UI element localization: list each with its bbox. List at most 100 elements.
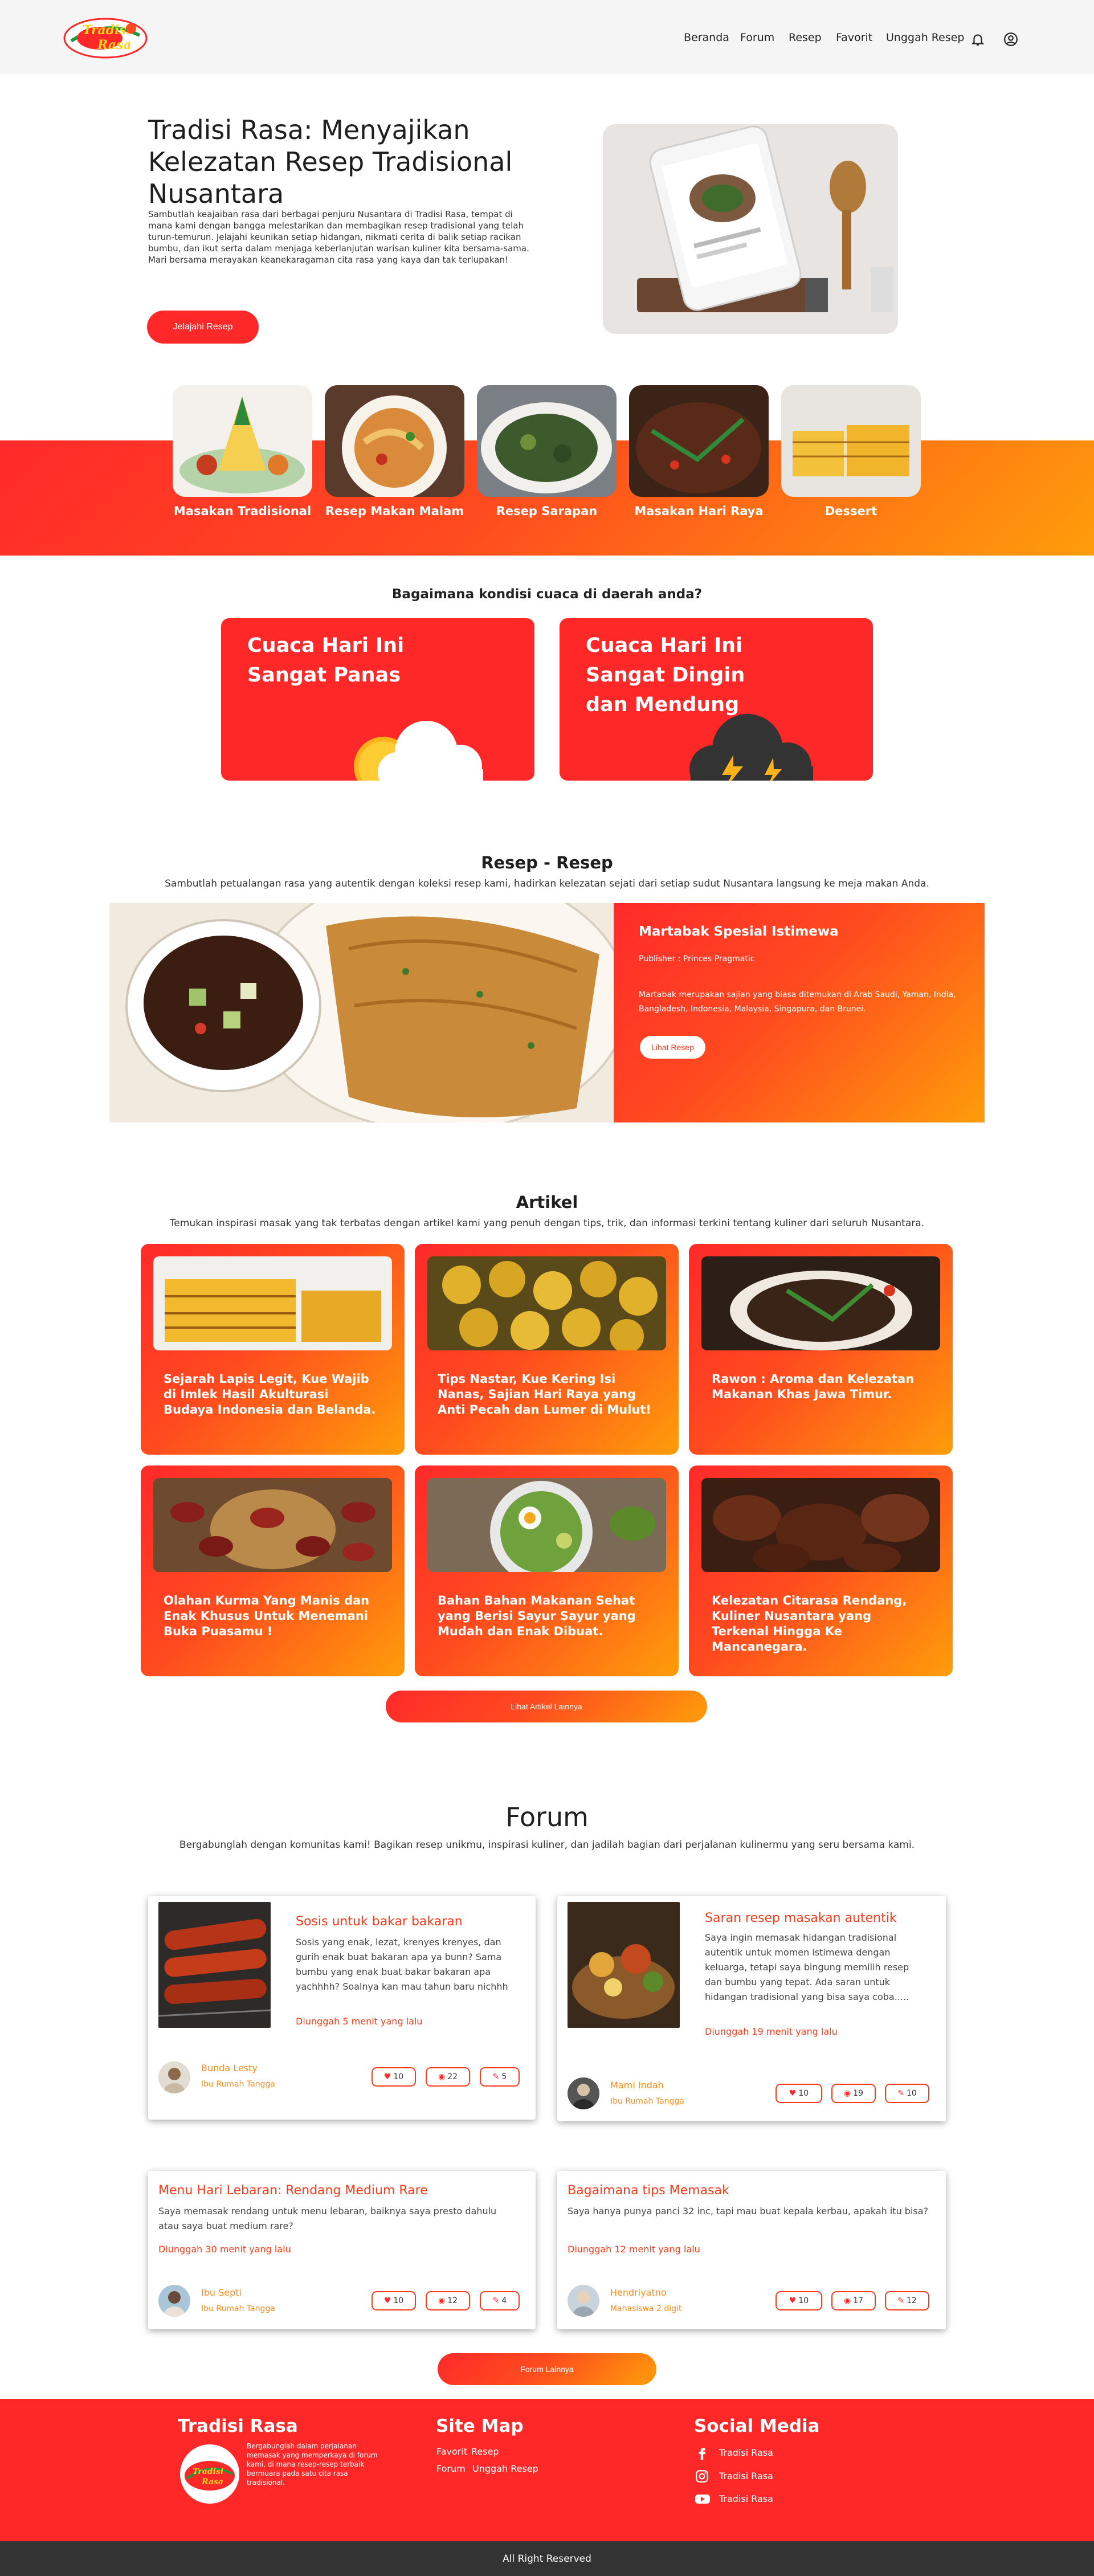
forum-subtitle: Bergabunglah dengan komunitas kami! Bagi… xyxy=(179,1839,915,1851)
nav-favorit[interactable]: Favorit xyxy=(836,31,872,44)
forum-post-title[interactable]: Bagaimana tips Memasak xyxy=(568,2183,729,2198)
category-label: Resep Makan Malam xyxy=(325,504,464,518)
instagram-icon[interactable] xyxy=(695,2469,709,2484)
forum-post-card[interactable]: Saran resep masakan autentik Saya ingin … xyxy=(557,1896,946,2121)
article-card[interactable]: Olahan Kurma Yang Manis dan Enak Khusus … xyxy=(141,1465,405,1676)
view-count[interactable]: ◉ 19 xyxy=(831,2084,876,2103)
like-count[interactable]: ♥ 10 xyxy=(775,2084,822,2103)
footer-link-resep[interactable]: Resep xyxy=(471,2446,499,2457)
comment-count[interactable]: ✎ 10 xyxy=(885,2084,929,2103)
forum-post-user[interactable]: Mami Indah xyxy=(610,2080,664,2091)
facebook-icon[interactable] xyxy=(695,2446,709,2460)
heart-icon: ♥ xyxy=(789,2089,797,2098)
comment-count[interactable]: ✎ 12 xyxy=(885,2291,929,2310)
eye-icon: ◉ xyxy=(843,2089,851,2098)
view-count[interactable]: ◉ 22 xyxy=(426,2067,470,2087)
nav-beranda[interactable]: Beranda xyxy=(684,31,729,44)
heart-icon: ♥ xyxy=(383,2296,391,2305)
article-title: Olahan Kurma Yang Manis dan Enak Khusus … xyxy=(164,1594,370,1638)
article-title: Tips Nastar, Kue Kering Isi Nanas, Sajia… xyxy=(438,1372,652,1416)
avatar[interactable] xyxy=(568,2285,599,2317)
category-label: Masakan Tradisional xyxy=(173,504,312,518)
forum-post-body: Saya ingin memasak hidangan tradisional … xyxy=(705,1932,909,2002)
forum-post-body: Saya memasak rendang untuk menu lebaran,… xyxy=(158,2206,497,2231)
like-count[interactable]: ♥ 10 xyxy=(372,2067,416,2087)
forum-post-title[interactable]: Sosis untuk bakar bakaran xyxy=(296,1914,463,1929)
nav-resep[interactable]: Resep xyxy=(789,31,822,44)
footer-link-unggah-resep[interactable]: Unggah Resep xyxy=(472,2463,538,2474)
comment-count[interactable]: ✎ 5 xyxy=(480,2067,520,2087)
forum-post-card[interactable]: Menu Hari Lebaran: Rendang Medium Rare S… xyxy=(148,2171,536,2329)
footer-link-forum[interactable]: Forum xyxy=(436,2463,466,2474)
footer-social-title: Social Media xyxy=(694,2416,820,2436)
forum-post-image xyxy=(158,1902,271,2028)
article-card[interactable]: Bahan Bahan Makanan Sehat yang Berisi Sa… xyxy=(415,1465,679,1676)
article-card[interactable]: Rawon : Aroma dan Kelezatan Makanan Khas… xyxy=(689,1244,953,1455)
youtube-icon[interactable] xyxy=(695,2492,711,2506)
weather-card-cold[interactable]: Cuaca Hari Ini Sangat Dingin dan Mendung xyxy=(560,618,873,781)
more-forum-button[interactable]: Forum Lainnya xyxy=(438,2353,656,2385)
category-masakan-hari-raya[interactable] xyxy=(629,385,769,497)
footer-about: Bergabunglah dalam perjalanan memasak ya… xyxy=(247,2442,378,2487)
user-profile-icon[interactable] xyxy=(1003,32,1018,47)
forum-post-card[interactable]: Sosis untuk bakar bakaran Sosis yang ena… xyxy=(148,1896,536,2120)
category-resep-sarapan[interactable] xyxy=(477,385,617,497)
copyright: All Right Reserved xyxy=(0,2541,1094,2576)
footer-social-youtube[interactable]: Tradisi Rasa xyxy=(719,2493,773,2504)
weather-card-hot[interactable]: Cuaca Hari Ini Sangat Panas xyxy=(221,618,534,781)
articles-title: Artikel xyxy=(516,1193,578,1212)
forum-post-user[interactable]: Bunda Lesty xyxy=(201,2063,258,2073)
featured-recipe-image xyxy=(109,903,614,1122)
article-card[interactable]: Tips Nastar, Kue Kering Isi Nanas, Sajia… xyxy=(415,1244,679,1455)
like-count[interactable]: ♥ 10 xyxy=(775,2291,822,2310)
article-card[interactable]: Kelezatan Citarasa Rendang, Kuliner Nusa… xyxy=(689,1465,953,1676)
category-resep-makan-malam[interactable] xyxy=(325,385,464,497)
category-masakan-tradisional[interactable] xyxy=(173,385,312,497)
forum-post-role: Ibu Rumah Tangga xyxy=(201,2080,275,2089)
forum-post-title[interactable]: Menu Hari Lebaran: Rendang Medium Rare xyxy=(158,2183,428,2198)
footer-link-favorit[interactable]: Favorit xyxy=(436,2446,467,2457)
forum-title: Forum xyxy=(505,1802,589,1832)
nav-forum[interactable]: Forum xyxy=(740,31,774,44)
articles-subtitle: Temukan inspirasi masak yang tak terbata… xyxy=(169,1218,925,1229)
site-logo[interactable]: Tradisi Rasa xyxy=(60,7,151,64)
footer-social-facebook[interactable]: Tradisi Rasa xyxy=(719,2447,773,2458)
more-articles-button[interactable]: Lihat Artikel Lainnya xyxy=(386,1691,707,1722)
like-count[interactable]: ♥ 10 xyxy=(372,2291,416,2310)
category-label: Dessert xyxy=(824,504,877,518)
footer xyxy=(0,2399,1094,2541)
view-count[interactable]: ◉ 12 xyxy=(426,2291,470,2310)
comment-count[interactable]: ✎ 4 xyxy=(480,2291,520,2310)
weather-question: Bagaimana kondisi cuaca di daerah anda? xyxy=(391,587,703,602)
avatar[interactable] xyxy=(158,2061,190,2093)
bell-icon[interactable] xyxy=(970,32,985,47)
article-title: Bahan Bahan Makanan Sehat yang Berisi Sa… xyxy=(438,1594,636,1638)
forum-post-role: Ibu Rumah Tangga xyxy=(201,2304,275,2313)
forum-post-time: Diunggah 12 menit yang lalu xyxy=(568,2244,700,2255)
category-label: Masakan Hari Raya xyxy=(634,504,764,518)
forum-post-time: Diunggah 5 menit yang lalu xyxy=(296,2016,423,2027)
nav-unggah-resep[interactable]: Unggah Resep xyxy=(886,31,964,44)
category-label: Resep Sarapan xyxy=(496,504,598,518)
forum-post-time: Diunggah 19 menit yang lalu xyxy=(705,2026,838,2037)
forum-post-user[interactable]: Ibu Septi xyxy=(201,2287,242,2298)
avatar[interactable] xyxy=(568,2077,599,2109)
footer-logo[interactable]: Tradisi Rasa xyxy=(180,2444,239,2504)
forum-post-time: Diunggah 30 menit yang lalu xyxy=(158,2244,291,2255)
footer-sitemap-title: Site Map xyxy=(436,2416,524,2436)
view-recipe-button[interactable]: Lihat Resep xyxy=(640,1036,705,1059)
forum-post-card[interactable]: Bagaimana tips Memasak Saya hanya punya … xyxy=(557,2171,946,2329)
forum-post-user[interactable]: Hendriyatno xyxy=(610,2287,667,2298)
weather-hot-text: Cuaca Hari Ini Sangat Panas xyxy=(247,634,405,687)
featured-recipe-description: Martabak merupakan sajian yang biasa dit… xyxy=(639,990,956,1014)
eye-icon: ◉ xyxy=(438,2296,446,2305)
hero-description: Sambutlah keajaiban rasa dari berbagai p… xyxy=(148,209,529,265)
avatar[interactable] xyxy=(158,2285,190,2317)
explore-recipes-button[interactable]: Jelajahi Resep xyxy=(147,311,259,344)
hero-title: Tradisi Rasa: Menyajikan Kelezatan Resep… xyxy=(148,115,513,209)
view-count[interactable]: ◉ 17 xyxy=(831,2291,876,2310)
category-dessert[interactable] xyxy=(781,385,921,497)
footer-social-instagram[interactable]: Tradisi Rasa xyxy=(719,2471,773,2481)
forum-post-title[interactable]: Saran resep masakan autentik xyxy=(705,1911,897,1925)
article-card[interactable]: Sejarah Lapis Legit, Kue Wajib di Imlek … xyxy=(141,1244,405,1455)
